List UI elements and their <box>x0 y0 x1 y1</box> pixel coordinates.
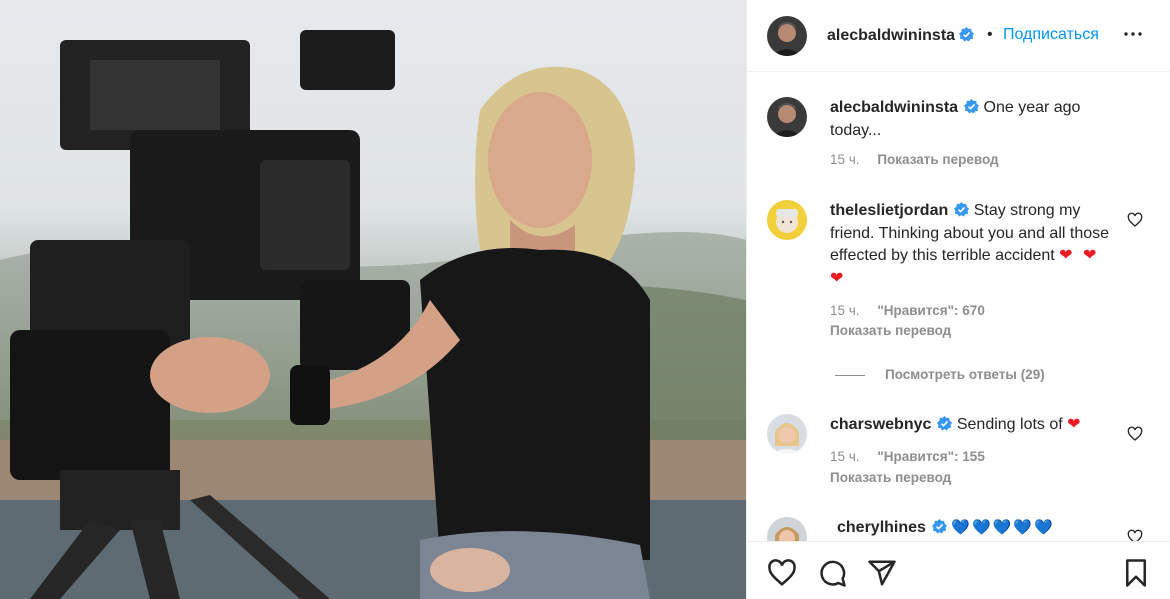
comment-translate-button[interactable]: Показать перевод <box>830 323 951 338</box>
share-icon[interactable] <box>867 558 897 588</box>
comments-list: alecbaldwininsta One year ago today... 1… <box>747 73 1170 541</box>
comment-meta: 15 ч. "Нравится": 670 <box>830 303 999 318</box>
comment-body: cherylhines 💙💙💙💙💙 <box>837 517 1127 540</box>
commenter-avatar[interactable] <box>767 200 807 240</box>
caption-body: alecbaldwininsta One year ago today... <box>830 97 1105 142</box>
verified-icon <box>959 27 975 42</box>
comment-like-heart-icon[interactable] <box>1127 529 1143 541</box>
photo-illustration <box>0 30 746 599</box>
author-username[interactable]: alecbaldwininsta <box>827 27 975 45</box>
comment-username[interactable]: theleslietjordan <box>830 202 948 219</box>
comment-text: Sending lots of <box>956 416 1063 433</box>
comment-body: theleslietjordan Stay strong my friend. … <box>830 200 1120 290</box>
red-heart-emoji: ❤ <box>1067 416 1084 433</box>
author-avatar[interactable] <box>767 16 807 56</box>
caption-translate-button[interactable]: Показать перевод <box>877 152 998 167</box>
header-separator: • <box>987 26 993 43</box>
bookmark-icon[interactable] <box>1121 558 1151 588</box>
comment-meta: 15 ч. "Нравится": 155 <box>830 449 999 464</box>
verified-icon <box>954 202 970 217</box>
like-heart-icon[interactable] <box>767 558 797 588</box>
commenter-avatar[interactable] <box>767 414 807 454</box>
comment-like-heart-icon[interactable] <box>1127 426 1143 442</box>
verified-icon <box>964 99 980 114</box>
view-replies-button[interactable]: Посмотреть ответы (29) <box>835 367 1045 382</box>
author-username-text[interactable]: alecbaldwininsta <box>827 27 955 44</box>
comment-likes-count[interactable]: "Нравится": 155 <box>877 449 985 464</box>
comment-username[interactable]: cherylhines <box>837 519 926 536</box>
caption-username[interactable]: alecbaldwininsta <box>830 99 958 116</box>
comment-time[interactable]: 15 ч. <box>830 303 860 318</box>
view-replies-label[interactable]: Посмотреть ответы (29) <box>885 367 1045 382</box>
comment-icon[interactable] <box>817 558 847 588</box>
more-options-icon[interactable] <box>1121 22 1145 46</box>
comment-body: charswebnyc Sending lots of ❤ <box>830 414 1120 437</box>
caption-avatar[interactable] <box>767 97 807 137</box>
replies-divider <box>835 374 865 376</box>
verified-icon <box>937 416 953 431</box>
post-actions-bar <box>747 541 1170 599</box>
follow-button[interactable]: Подписаться <box>1003 26 1103 44</box>
comment-username[interactable]: charswebnyc <box>830 416 931 433</box>
commenter-avatar[interactable] <box>767 517 807 541</box>
post-header: alecbaldwininsta • Подписаться <box>747 0 1170 72</box>
post-photo <box>0 0 746 599</box>
comment-time[interactable]: 15 ч. <box>830 449 860 464</box>
post-side-panel: alecbaldwininsta • Подписаться alecbaldw… <box>746 0 1170 599</box>
verified-icon <box>931 519 947 534</box>
comment-likes-count[interactable]: "Нравится": 670 <box>877 303 985 318</box>
caption-meta: 15 ч. Показать перевод <box>830 152 1013 167</box>
blue-heart-emoji: 💙💙💙💙💙 <box>951 519 1055 536</box>
caption-time[interactable]: 15 ч. <box>830 152 860 167</box>
comment-like-heart-icon[interactable] <box>1127 212 1143 228</box>
comment-translate-button[interactable]: Показать перевод <box>830 470 951 485</box>
